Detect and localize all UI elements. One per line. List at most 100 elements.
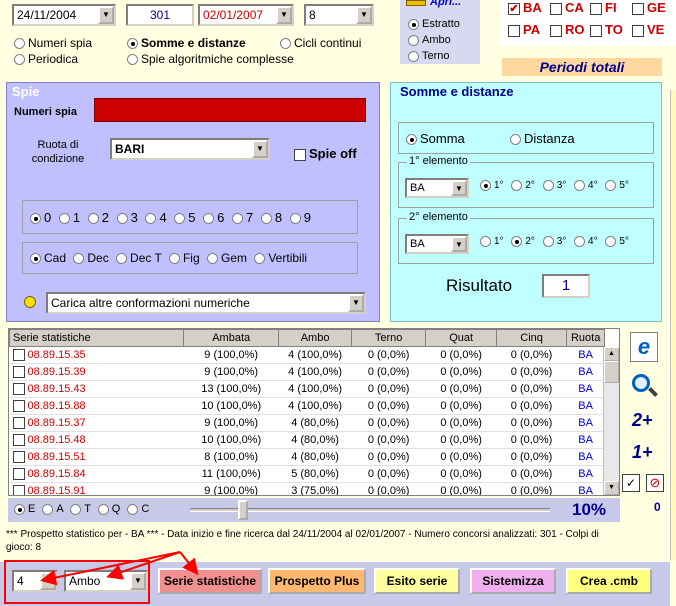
serie-statistiche-button[interactable]: Serie statistiche bbox=[158, 568, 262, 594]
scroll-thumb[interactable] bbox=[604, 361, 619, 383]
chevron-down-icon[interactable]: ▼ bbox=[40, 572, 56, 590]
filter-option-t[interactable]: T bbox=[70, 503, 91, 515]
group-option-dect[interactable]: Dec T bbox=[116, 251, 162, 265]
number-option-9[interactable]: 9 bbox=[289, 210, 311, 225]
filter-option-e[interactable]: E bbox=[14, 503, 35, 515]
op-distanza[interactable]: Distanza bbox=[510, 131, 575, 146]
number-option-6[interactable]: 6 bbox=[203, 210, 224, 225]
radio-icon[interactable] bbox=[406, 134, 417, 146]
radio-icon[interactable] bbox=[127, 503, 139, 515]
radio-icon[interactable] bbox=[510, 134, 521, 146]
el1-pos-1[interactable]: 1° bbox=[480, 180, 504, 191]
ruota-check-ro[interactable]: RO bbox=[550, 22, 585, 37]
radio-icon[interactable] bbox=[206, 253, 218, 265]
ruota-check-ba[interactable]: ✔ BA bbox=[508, 0, 542, 15]
concorsi-field[interactable]: 301 bbox=[126, 4, 194, 26]
el2-pos-4[interactable]: 4° bbox=[574, 236, 598, 247]
folder-icon[interactable] bbox=[406, 0, 426, 6]
no-entry-icon[interactable]: ⊘ bbox=[646, 474, 664, 492]
table-row[interactable]: 08.89.15.48 10 (100,0%) 4 (80,0%) 0 (0,0%) 0… bbox=[9, 431, 605, 449]
number-option-5[interactable]: 5 bbox=[174, 210, 196, 225]
radio-icon[interactable] bbox=[127, 54, 138, 66]
ruota-check-pa[interactable]: PA bbox=[508, 22, 540, 37]
prospetto-plus-button[interactable]: Prospetto Plus bbox=[268, 568, 366, 594]
sistemizza-button[interactable]: Sistemizza bbox=[470, 568, 556, 594]
radio-icon[interactable] bbox=[14, 38, 25, 50]
col-header-serie[interactable]: Serie statistiche bbox=[9, 329, 185, 347]
radio-icon[interactable] bbox=[408, 50, 419, 62]
radio-icon[interactable] bbox=[70, 503, 82, 515]
one-plus-button[interactable]: 1+ bbox=[632, 442, 653, 463]
element2-combo[interactable]: BA ▼ bbox=[405, 234, 469, 254]
num-colpi-combo[interactable]: 4 ▼ bbox=[12, 570, 58, 592]
filter-option-q[interactable]: Q bbox=[97, 503, 120, 515]
op-somma[interactable]: Somma bbox=[406, 131, 465, 146]
row-checkbox-icon[interactable] bbox=[12, 366, 25, 379]
grid-scrollbar[interactable]: ▲ ▼ bbox=[603, 347, 619, 495]
el2-pos-5[interactable]: 5° bbox=[605, 236, 629, 247]
filter-option-c[interactable]: C bbox=[127, 503, 149, 515]
radio-icon[interactable] bbox=[480, 180, 491, 191]
row-checkbox-icon[interactable] bbox=[12, 383, 25, 396]
radio-icon[interactable] bbox=[30, 213, 41, 225]
radio-icon[interactable] bbox=[511, 236, 523, 247]
date-end-combo[interactable]: 02/01/2007 ▼ bbox=[198, 4, 294, 26]
radio-icon[interactable] bbox=[605, 236, 617, 247]
el2-pos-1[interactable]: 1° bbox=[480, 236, 504, 247]
radio-icon[interactable] bbox=[58, 213, 70, 225]
radio-icon[interactable] bbox=[480, 236, 491, 247]
number-option-3[interactable]: 3 bbox=[116, 210, 138, 225]
risultato-field[interactable]: 1 bbox=[542, 274, 590, 298]
chevron-down-icon[interactable]: ▼ bbox=[348, 294, 364, 312]
table-row[interactable]: 08.89.15.43 13 (100,0%) 4 (100,0%) 0 (0,0%)… bbox=[9, 380, 605, 398]
table-row[interactable]: 08.89.15.51 8 (100,0%) 4 (80,0%) 0 (0,0%) 0 … bbox=[9, 448, 605, 466]
row-checkbox-icon[interactable] bbox=[12, 400, 25, 413]
table-row[interactable]: 08.89.15.37 9 (100,0%) 4 (80,0%) 0 (0,0%) 0 … bbox=[9, 414, 605, 432]
el1-pos-4[interactable]: 4° bbox=[574, 180, 598, 191]
number-option-2[interactable]: 2 bbox=[87, 210, 109, 225]
group-option-fig[interactable]: Fig bbox=[168, 251, 200, 265]
ruota-check-ca[interactable]: CA bbox=[550, 0, 584, 15]
radio-icon[interactable] bbox=[174, 213, 186, 225]
el1-pos-5[interactable]: 5° bbox=[605, 180, 629, 191]
radio-icon[interactable] bbox=[542, 180, 554, 191]
group-option-vertibili[interactable]: Vertibili bbox=[254, 251, 307, 265]
row-checkbox-icon[interactable] bbox=[12, 417, 25, 430]
number-option-1[interactable]: 1 bbox=[58, 210, 80, 225]
table-row[interactable]: 08.89.15.84 11 (100,0%) 5 (80,0%) 0 (0,0%) 0… bbox=[9, 465, 605, 483]
ruota-check-ge[interactable]: GE bbox=[632, 0, 666, 15]
checkbox-icon[interactable] bbox=[550, 2, 562, 15]
radio-icon[interactable] bbox=[203, 213, 215, 225]
periodi-box[interactable]: Periodi totali bbox=[502, 58, 662, 76]
chevron-down-icon[interactable]: ▼ bbox=[98, 6, 114, 24]
group-option-gem[interactable]: Gem bbox=[206, 251, 247, 265]
row-checkbox-icon[interactable] bbox=[12, 468, 25, 481]
radio-icon[interactable] bbox=[87, 213, 99, 225]
group-option-cad[interactable]: Cad bbox=[30, 251, 66, 265]
radio-icon[interactable] bbox=[511, 180, 523, 191]
radio-icon[interactable] bbox=[30, 253, 41, 265]
el1-pos-2[interactable]: 2° bbox=[511, 180, 535, 191]
element1-combo[interactable]: BA ▼ bbox=[405, 178, 469, 198]
radio-icon[interactable] bbox=[605, 180, 617, 191]
el2-pos-3[interactable]: 3° bbox=[542, 236, 566, 247]
radio-icon[interactable] bbox=[168, 253, 180, 265]
radio-icon[interactable] bbox=[254, 253, 266, 265]
group-option-dec[interactable]: Dec bbox=[73, 251, 109, 265]
number-option-0[interactable]: 0 bbox=[30, 210, 51, 225]
radio-icon[interactable] bbox=[97, 503, 109, 515]
radio-icon[interactable] bbox=[116, 213, 128, 225]
radio-icon[interactable] bbox=[542, 236, 554, 247]
checkbox-icon[interactable] bbox=[590, 2, 602, 15]
mode-numeri-spia[interactable]: Numeri spia bbox=[14, 36, 92, 50]
radio-icon[interactable] bbox=[289, 213, 301, 225]
internet-explorer-icon[interactable]: e bbox=[630, 332, 658, 362]
chevron-down-icon[interactable]: ▼ bbox=[356, 6, 372, 24]
ruota-check-fi[interactable]: FI bbox=[590, 0, 617, 15]
num-select-combo[interactable]: 8 ▼ bbox=[304, 4, 374, 26]
radio-icon[interactable] bbox=[116, 253, 128, 265]
radio-icon[interactable] bbox=[127, 38, 138, 50]
number-option-4[interactable]: 4 bbox=[145, 210, 167, 225]
ruota-condizione-combo[interactable]: BARI ▼ bbox=[110, 138, 270, 160]
checkbox-icon[interactable] bbox=[590, 24, 602, 37]
